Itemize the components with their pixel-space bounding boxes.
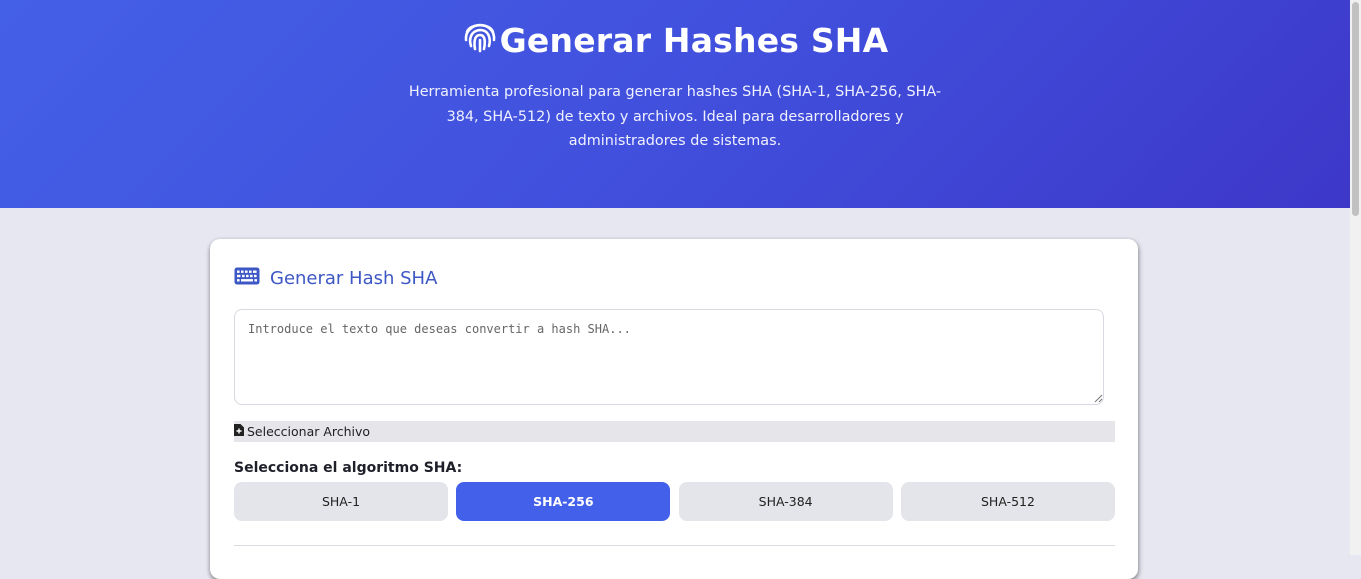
page-title: Generar Hashes SHA: [0, 18, 1350, 62]
fingerprint-icon: [462, 18, 500, 62]
hero-header: Generar Hashes SHA Herramienta profesion…: [0, 0, 1350, 208]
algorithm-selector: SHA-1 SHA-256 SHA-384 SHA-512: [234, 482, 1115, 522]
algo-button-sha256[interactable]: SHA-256: [456, 482, 671, 521]
algo-button-sha512[interactable]: SHA-512: [900, 482, 1115, 521]
text-input[interactable]: [234, 309, 1104, 405]
algo-button-sha1[interactable]: SHA-1: [234, 482, 448, 521]
card-title: Generar Hash SHA: [234, 267, 437, 290]
select-file-label: Seleccionar Archivo: [247, 424, 371, 439]
scrollbar[interactable]: [1350, 0, 1361, 555]
scrollbar-thumb[interactable]: [1352, 2, 1359, 216]
file-plus-icon: [234, 424, 247, 439]
keyboard-icon: [234, 267, 270, 290]
page-description: Herramienta profesional para generar has…: [408, 84, 942, 149]
select-file-button[interactable]: Seleccionar Archivo: [234, 421, 1115, 442]
card-title-text: Generar Hash SHA: [270, 268, 438, 289]
hash-generator-card: Generar Hash SHA Seleccionar Archivo Sel…: [210, 239, 1138, 579]
divider: [234, 545, 1115, 546]
algorithm-label: Selecciona el algoritmo SHA:: [234, 460, 463, 476]
resize-handle-icon[interactable]: [1094, 394, 1103, 403]
algo-button-sha384[interactable]: SHA-384: [678, 482, 893, 521]
title-text: Generar Hashes SHA: [499, 20, 889, 60]
